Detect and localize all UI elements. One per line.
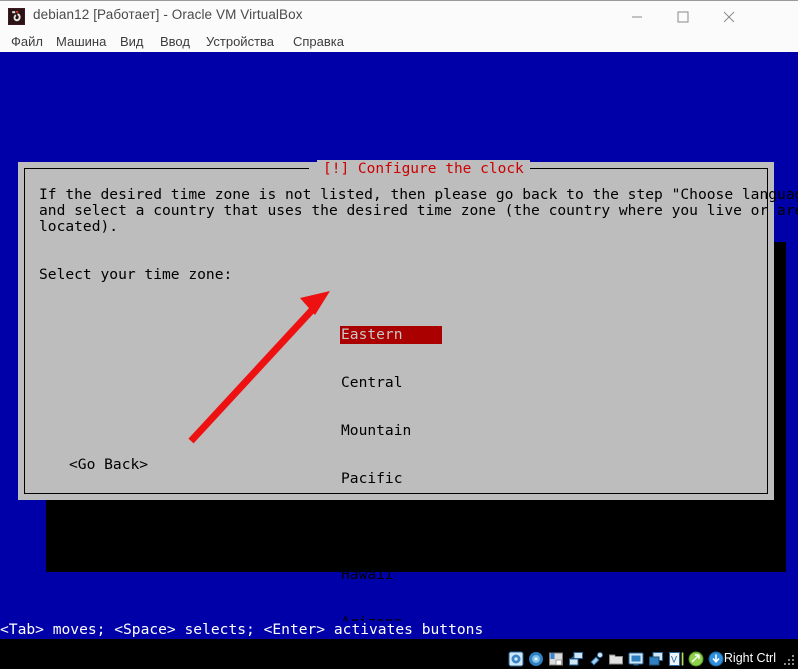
hard-disk-icon[interactable] xyxy=(508,651,524,667)
window-title: debian12 [Работает] - Oracle VM VirtualB… xyxy=(33,7,303,22)
titlebar: debian12 [Работает] - Oracle VM VirtualB… xyxy=(0,0,798,31)
list-item-alaska[interactable]: Alaska xyxy=(341,519,446,535)
dialog-prompt: Select your time zone: xyxy=(39,266,233,283)
host-key-label: Right Ctrl xyxy=(723,651,776,665)
vm-bottom-strip xyxy=(0,639,798,648)
maximize-icon xyxy=(677,11,689,22)
shared-folders-icon[interactable] xyxy=(608,651,624,667)
dialog-frame: [!] Configure the clock If the desired t… xyxy=(24,160,798,631)
display-icon[interactable] xyxy=(628,651,644,667)
svg-text:V: V xyxy=(671,654,677,664)
go-back-button[interactable]: <Go Back> xyxy=(69,457,148,473)
list-item-hawaii[interactable]: Hawaii xyxy=(341,567,446,583)
menu-input[interactable]: Ввод xyxy=(157,33,193,50)
installer-status-line: <Tab> moves; <Space> selects; <Enter> ac… xyxy=(0,621,798,639)
menu-help[interactable]: Справка xyxy=(290,33,347,50)
timezone-list[interactable]: Eastern Central Mountain Pacific Alaska … xyxy=(340,295,446,648)
list-item-pacific[interactable]: Pacific xyxy=(341,471,446,487)
statusbar: V Right Ctrl xyxy=(0,648,798,669)
maximize-button[interactable] xyxy=(660,1,706,32)
virtualbox-window: debian12 [Работает] - Oracle VM VirtualB… xyxy=(0,0,798,669)
virtualization-icon[interactable]: V xyxy=(668,651,684,667)
mouse-integration-icon[interactable] xyxy=(688,651,704,667)
usb-icon[interactable] xyxy=(588,651,604,667)
list-item-central[interactable]: Central xyxy=(341,375,446,391)
minimize-icon xyxy=(632,16,642,17)
resize-grip-icon[interactable] xyxy=(784,655,795,666)
dialog-title: [!] Configure the clock xyxy=(317,160,530,178)
menu-view[interactable]: Вид xyxy=(117,33,147,50)
optical-disk-icon[interactable] xyxy=(528,651,544,667)
dialog-body-text: If the desired time zone is not listed, … xyxy=(39,186,798,235)
floppy-disk-icon[interactable] xyxy=(548,651,564,667)
statusbar-icons: V xyxy=(508,650,724,667)
recording-icon[interactable] xyxy=(648,651,664,667)
menu-devices[interactable]: Устройства xyxy=(203,33,277,50)
close-icon xyxy=(723,11,735,22)
network-icon[interactable] xyxy=(568,651,584,667)
list-item-mountain[interactable]: Mountain xyxy=(341,423,446,439)
menu-machine[interactable]: Машина xyxy=(53,33,109,50)
vm-screen[interactable]: [!] Configure the clock If the desired t… xyxy=(0,52,798,648)
virtualbox-icon xyxy=(8,8,25,25)
close-button[interactable] xyxy=(706,1,752,32)
menu-file[interactable]: Файл xyxy=(8,33,46,50)
keyboard-icon[interactable] xyxy=(708,651,724,667)
installer-dialog: [!] Configure the clock If the desired t… xyxy=(18,160,798,631)
list-item-eastern[interactable]: Eastern xyxy=(340,326,442,344)
menubar: Файл Машина Вид Ввод Устройства Справка xyxy=(0,31,798,52)
minimize-button[interactable] xyxy=(614,1,660,32)
